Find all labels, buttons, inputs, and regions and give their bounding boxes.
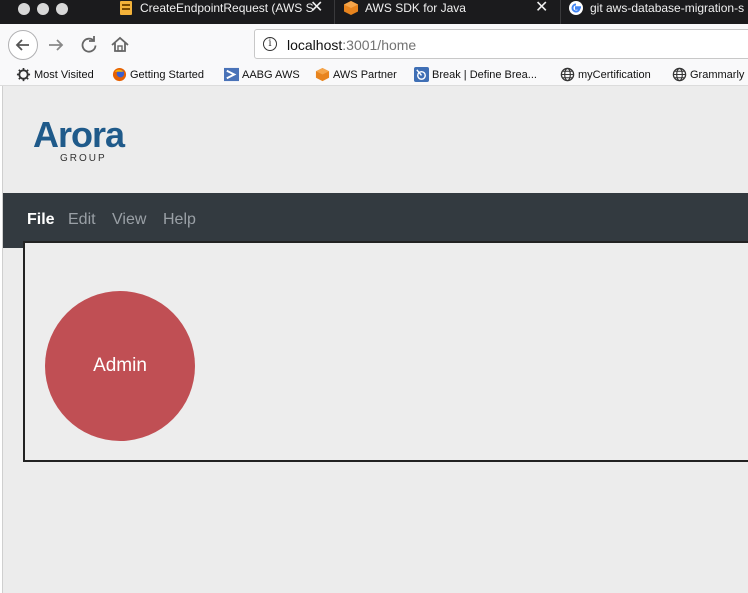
forward-button[interactable] (43, 32, 69, 58)
tab-separator (560, 0, 561, 24)
url-host: localhost (287, 37, 343, 53)
browser-tab-aws-sdk[interactable]: AWS SDK for Java ✕ (343, 0, 553, 24)
browser-tab-create-endpoint[interactable]: CreateEndpointRequest (AWS S ✕ (118, 0, 328, 24)
bookmark-label: Getting Started (130, 69, 204, 81)
minimize-window-button[interactable] (37, 3, 49, 15)
logo-subtitle: GROUP (60, 153, 107, 164)
maximize-window-button[interactable] (56, 3, 68, 15)
home-button[interactable] (107, 32, 133, 58)
app-page: Arora GROUP File Edit View Help Admin (3, 86, 748, 593)
back-button[interactable] (8, 30, 38, 60)
url-path: :3001/home (342, 37, 417, 53)
navigation-bar: i localhost:3001/home (0, 24, 748, 64)
break-icon (414, 67, 429, 82)
aws-cube-icon (344, 1, 358, 15)
browser-tab-git[interactable]: git aws-database-migration-s (568, 0, 748, 24)
bookmark-label: Grammarly (690, 69, 745, 81)
globe-icon (560, 67, 575, 82)
tab-title: git aws-database-migration-s (590, 1, 745, 15)
bookmarks-toolbar: Most Visited Getting Started AABG AWS AW… (0, 64, 748, 86)
google-icon (569, 1, 583, 15)
menu-view[interactable]: View (112, 211, 146, 229)
menu-file[interactable]: File (27, 211, 55, 229)
aws-cube-icon (315, 67, 330, 82)
info-icon[interactable]: i (263, 37, 277, 51)
tab-title: CreateEndpointRequest (AWS S (140, 1, 314, 15)
close-tab-icon[interactable]: ✕ (310, 0, 323, 16)
address-bar[interactable]: i localhost:3001/home (254, 29, 748, 59)
arrow-left-icon (15, 39, 29, 51)
content-panel: Admin (23, 241, 748, 462)
tab-separator (334, 0, 335, 24)
reload-button[interactable] (76, 32, 102, 58)
menu-edit[interactable]: Edit (68, 211, 96, 229)
close-tab-icon[interactable]: ✕ (535, 0, 548, 16)
bookmark-label: AWS Partner (333, 69, 397, 81)
bookmark-label: Break | Define Brea... (432, 69, 537, 81)
app-menu-bar: File Edit View Help (3, 193, 748, 248)
logo-wordmark: Arora (33, 114, 125, 155)
gear-icon (16, 67, 31, 82)
bookmark-label: Most Visited (34, 69, 94, 81)
admin-button[interactable]: Admin (45, 291, 195, 441)
tab-title: AWS SDK for Java (365, 1, 466, 15)
url-text: localhost:3001/home (287, 37, 416, 53)
aabg-icon (224, 67, 239, 82)
bookmark-label: AABG AWS (242, 69, 300, 81)
close-window-button[interactable] (18, 3, 30, 15)
bookmark-label: myCertification (578, 69, 651, 81)
globe-icon (672, 67, 687, 82)
firefox-icon (112, 67, 127, 82)
aws-doc-icon (120, 1, 132, 15)
menu-help[interactable]: Help (163, 211, 196, 229)
tab-strip: CreateEndpointRequest (AWS S ✕ AWS SDK f… (0, 0, 748, 24)
